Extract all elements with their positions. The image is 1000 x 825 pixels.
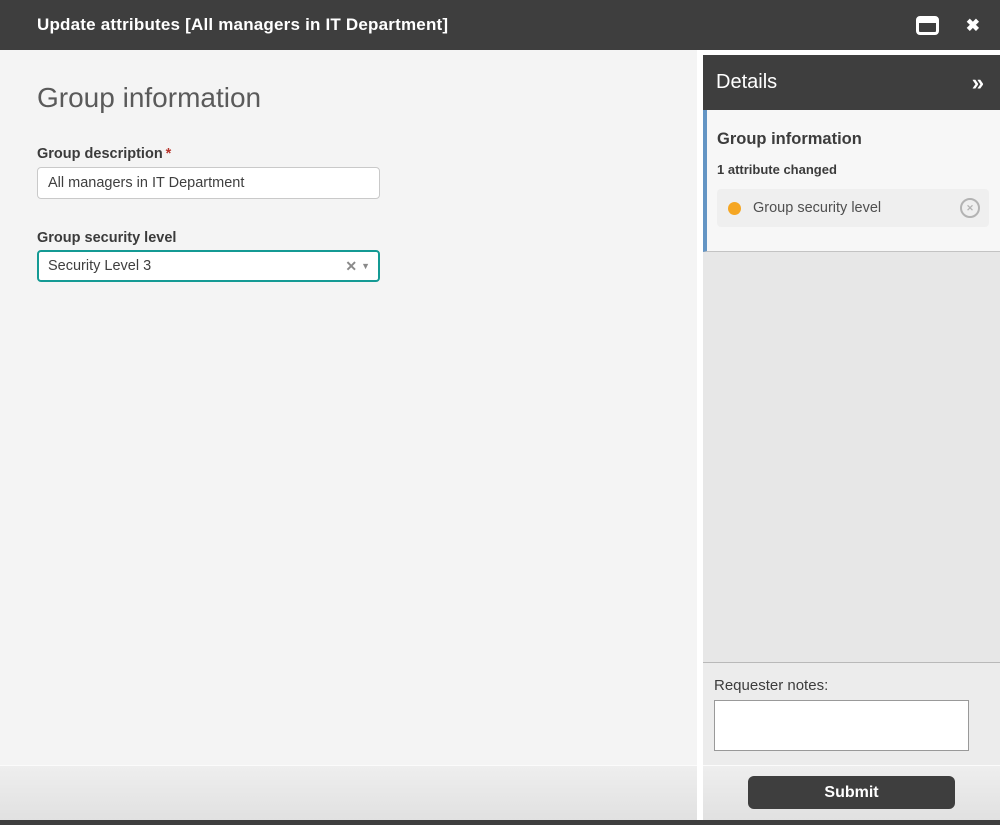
details-panel: Details » Group information 1 attribute …: [703, 55, 1000, 820]
group-description-label-text: Group description: [37, 146, 163, 163]
changed-status-dot: [728, 201, 741, 215]
group-description-input[interactable]: [37, 167, 380, 200]
group-description-field: Group description *: [37, 146, 380, 200]
required-marker: *: [165, 146, 172, 163]
dialog-titlebar: Update attributes [All managers in IT De…: [0, 0, 1000, 50]
dropdown-selected-value: Security Level 3: [48, 258, 152, 275]
requester-notes-section: Requester notes:: [703, 663, 1000, 765]
group-security-level-field: Group security level Security Level 3 ✕ …: [37, 230, 380, 283]
changed-attribute-label: Group security level: [753, 200, 882, 216]
dialog-title: Update attributes [All managers in IT De…: [37, 15, 449, 34]
titlebar-actions: ✖: [915, 15, 980, 35]
details-group-title: Group information: [717, 130, 862, 148]
main-footer: [0, 765, 697, 820]
details-header: Details »: [703, 55, 1000, 110]
details-group-card: Group information 1 attribute changed Gr…: [703, 110, 1000, 252]
submit-button[interactable]: Submit: [748, 776, 955, 809]
details-footer: Submit: [703, 765, 1000, 820]
requester-notes-label: Requester notes:: [714, 677, 829, 694]
chevron-down-icon[interactable]: ▼: [361, 261, 370, 271]
group-description-label: Group description *: [37, 146, 380, 162]
clear-selection-icon[interactable]: ✕: [345, 259, 357, 273]
group-security-level-dropdown[interactable]: Security Level 3 ✕ ▼: [37, 250, 380, 283]
changed-attribute-row: Group security level ✕: [717, 189, 989, 227]
requester-notes-input[interactable]: [714, 700, 969, 751]
revert-change-icon[interactable]: ✕: [960, 198, 980, 218]
collapse-panel-icon[interactable]: »: [972, 71, 984, 94]
window-bottom-edge: [0, 820, 1000, 825]
details-title: Details: [716, 71, 778, 93]
main-form-panel: Group information Group description* Gro…: [0, 50, 697, 765]
attributes-changed-summary: 1 attribute changed: [717, 162, 837, 177]
group-security-level-label: Group security level: [37, 230, 177, 247]
maximize-icon[interactable]: [915, 15, 939, 35]
page-title: Group information: [37, 82, 262, 113]
close-icon[interactable]: ✖: [966, 17, 980, 34]
details-body-spacer: [703, 252, 1000, 663]
